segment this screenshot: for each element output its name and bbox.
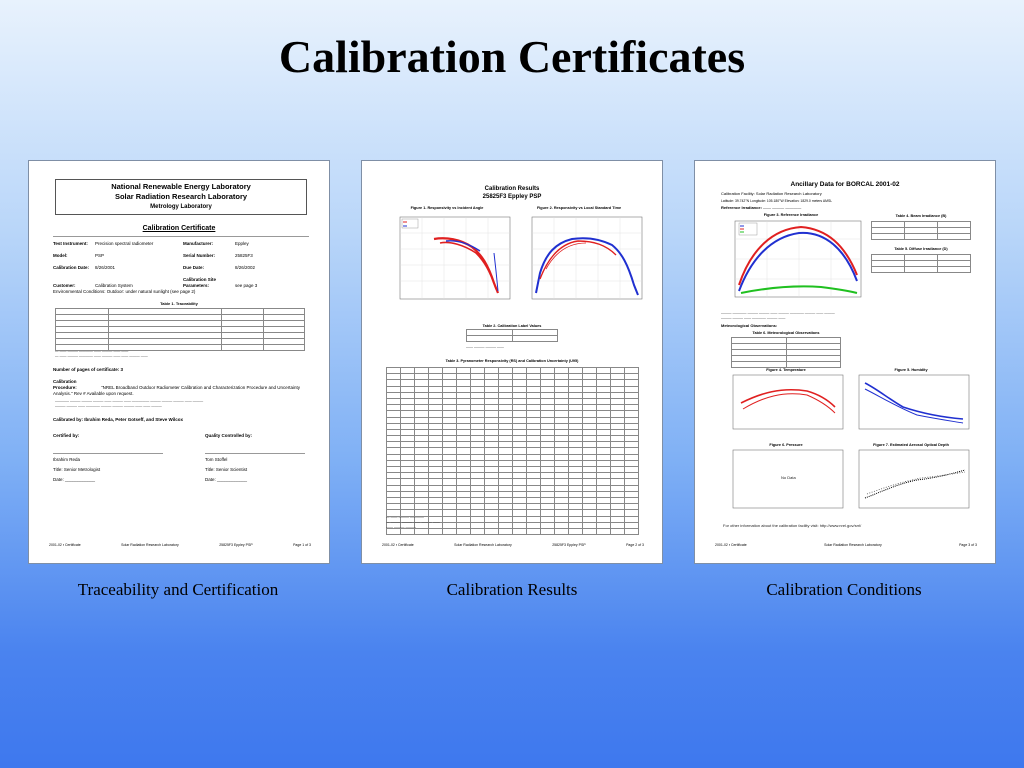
- date-field: Date: ____________: [53, 477, 96, 482]
- field-row: Model: PSP Serial Number: 25825F3: [53, 253, 253, 258]
- disclaimer: ———— ——— ——— ——— —— ——— —— ————— ——— ———…: [55, 399, 204, 408]
- signer-title: Title: Senior Metrologist: [53, 467, 101, 472]
- figure-caption: Figure 4. Temperature: [766, 368, 806, 372]
- signer-title: Title: Senior Scientist: [205, 467, 248, 472]
- page-footer: 2001-02 r Certificate Solar Radiation Res…: [49, 543, 311, 547]
- met-label: Meteorological Observations:: [721, 323, 778, 328]
- field-row: Test Instrument: Precision spectral radio…: [53, 241, 249, 246]
- lab-name: Metrology Laboratory: [150, 204, 212, 210]
- certificate-title: Calibration Certificate: [142, 225, 216, 232]
- pressure-plot: [732, 449, 844, 509]
- figure-caption: Figure 6. Pressure: [769, 443, 803, 447]
- divider: [53, 236, 309, 237]
- pages-count: Number of pages of certificate: 3: [53, 367, 124, 372]
- temperature-plot: [732, 374, 844, 430]
- responsivity-time-plot: [531, 216, 643, 300]
- figure-caption: Figure 2. Responsivity vs Local Standard…: [536, 206, 622, 210]
- table-caption: Table 2. Calibration Label Values: [482, 324, 542, 328]
- reference-irradiance-label: Reference Irradiance: —— ——— ————: [721, 205, 802, 210]
- irradiance-note: ——— ———— ——— ——— —— ——— ———— ——— —— ——— —…: [721, 311, 835, 320]
- slide-title: Calibration Certificates: [278, 31, 746, 82]
- certified-by-label: Certified by:: [53, 433, 80, 438]
- table-footnote: — —— ——— ———— —— ——— —— —— — —— ——— ———— …: [55, 349, 148, 358]
- ancillary-title: Ancillary Data for BORCAL 2001-02: [790, 181, 900, 188]
- procedure: Calibration Procedure: "NREL Broadband Ou…: [53, 379, 301, 396]
- field-row: Calibration Date: 8/26/2001 Due Date: 8/26/…: [53, 265, 256, 270]
- table-caption: Table 6. Meteorological Observations: [752, 331, 820, 335]
- table-caption: Table 5. Diffuse Irradiance (D): [894, 247, 948, 251]
- results-page-thumbnail[interactable]: Calibration Results 25825F3 Eppley PSP Fi…: [361, 160, 663, 564]
- reference-irradiance-plot: [734, 220, 862, 298]
- table-caption: Table 1. Traceability: [160, 301, 198, 306]
- responsivity-angle-plot: [399, 216, 511, 300]
- caption-results: Calibration Results: [446, 580, 578, 599]
- other-info: For other information about the calibrat…: [723, 523, 862, 528]
- calibrated-by: Calibrated by: Ibrahim Reda, Peter Gotse…: [53, 417, 183, 422]
- aerosol-depth-plot: [858, 449, 970, 509]
- figure-caption: Figure 3. Reference Irradiance: [763, 213, 819, 217]
- ancillary-page-thumbnail[interactable]: Ancillary Data for BORCAL 2001-02 Calibr…: [694, 160, 996, 564]
- signer-name: Ibrahim Reda: [53, 457, 81, 462]
- env-conditions: Environmental Conditions: Outdoor: under…: [53, 289, 196, 294]
- responsivity-table: [386, 366, 639, 536]
- caption-traceability: Traceability and Certification: [77, 580, 279, 599]
- field-row: Customer: Calibration SystemCalibration S…: [53, 277, 258, 288]
- table-footnotes: — —— ——— ———— — ——— ——— —— ——— —— —— ——— —…: [386, 515, 440, 529]
- traceability-table: [55, 308, 305, 351]
- date-field: Date: ____________: [205, 477, 248, 482]
- results-title: Calibration Results 25825F3 Eppley PSP: [482, 186, 542, 200]
- caption-conditions: Calibration Conditions: [766, 580, 922, 599]
- qc-by-label: Quality Controlled by:: [205, 433, 253, 438]
- table-caption: Table 4. Beam Irradiance (B): [895, 214, 947, 218]
- met-table: [731, 337, 841, 368]
- table-caption: Table 3. Pyranometer Responsivity (RS) a…: [445, 359, 579, 363]
- facility-line: Calibration Facility: Solar Radiation Re…: [721, 191, 822, 196]
- certificate-header: National Renewable Energy Laboratory Sol…: [55, 179, 307, 215]
- figure-caption: Figure 7. Estimated Aerosol Optical Dept…: [873, 443, 949, 447]
- figure-caption: Figure 1. Responsivity vs Incident Angle: [410, 206, 484, 210]
- org-name: National Renewable Energy Laboratory: [111, 182, 251, 191]
- signature-line: [53, 453, 163, 454]
- diffuse-table: [871, 254, 971, 273]
- certificate-page-thumbnail[interactable]: National Renewable Energy Laboratory Sol…: [28, 160, 330, 564]
- location-line: Latitude: 39.742°N Longitude: 105.180°W …: [721, 199, 833, 203]
- table-note: —— ——— ——— ——: [466, 345, 504, 349]
- figure-caption: Figure 5. Humidity: [894, 368, 928, 372]
- label-values-table: [466, 329, 558, 342]
- humidity-plot: [858, 374, 970, 430]
- no-data-label: No Data: [781, 475, 796, 480]
- center-name: Solar Radiation Research Laboratory: [114, 192, 248, 201]
- page-footer: 2001-02 r Certificate Solar Radiation Res…: [715, 543, 977, 547]
- signature-line: [205, 453, 305, 454]
- page-footer: 2001-02 r Certificate Solar Radiation Res…: [382, 543, 644, 547]
- beam-table: [871, 221, 971, 240]
- signer-name: Tom Stoffel: [205, 457, 228, 462]
